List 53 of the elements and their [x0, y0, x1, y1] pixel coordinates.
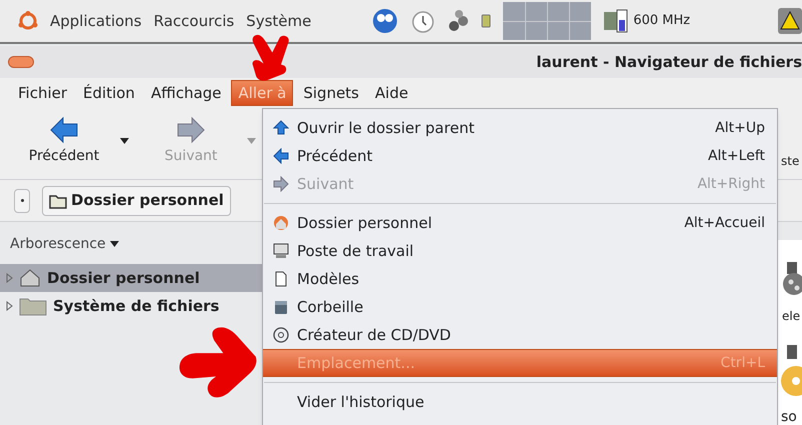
- partial-label: ele: [782, 308, 800, 325]
- cpu-frequency: 600 MHz: [633, 12, 690, 30]
- side-pane-selector[interactable]: Arborescence: [10, 234, 106, 254]
- home-icon: [273, 215, 289, 231]
- toolbar-button[interactable]: Précédent: [14, 116, 114, 167]
- left-arrow-icon: [49, 116, 79, 144]
- panel-menu[interactable]: Raccourcis: [154, 10, 234, 32]
- gears-icon[interactable]: [447, 9, 470, 33]
- partial-label: ste: [781, 153, 800, 170]
- menu-item[interactable]: Signets: [297, 80, 366, 106]
- menu-item[interactable]: Précédent Alt+Left: [263, 142, 777, 170]
- disc-icon: [273, 327, 289, 343]
- expander-icon[interactable]: [6, 301, 13, 311]
- workspace-switcher[interactable]: [503, 2, 592, 40]
- right-arrow-icon: [273, 176, 289, 192]
- creature-icon[interactable]: [371, 7, 400, 35]
- right-arrow-icon: [176, 116, 206, 144]
- menu-item[interactable]: Fichier: [12, 80, 74, 106]
- trash-icon: [273, 299, 289, 315]
- menu-item[interactable]: Corbeille: [263, 293, 777, 321]
- menu-item[interactable]: Aide: [369, 80, 414, 106]
- menu-item[interactable]: Vider l'historique: [263, 388, 777, 416]
- partial-label: so: [781, 408, 797, 425]
- menu-item[interactable]: Édition: [77, 80, 141, 106]
- ubuntu-logo-icon[interactable]: [18, 11, 38, 31]
- tree-row[interactable]: Système de fichiers: [0, 292, 262, 320]
- toggle-button[interactable]: [14, 188, 30, 212]
- menu-item[interactable]: Créateur de CD/DVD: [263, 321, 777, 349]
- caret-icon[interactable]: [110, 241, 119, 247]
- folder-icon: [19, 296, 47, 316]
- menu-item[interactable]: Ouvrir le dossier parent Alt+Up: [263, 114, 777, 142]
- panel-menu[interactable]: Applications: [50, 10, 142, 32]
- tree-row[interactable]: Dossier personnel: [0, 264, 262, 292]
- up-arrow-icon: [273, 120, 289, 136]
- window-button[interactable]: [8, 56, 34, 68]
- panel-menu[interactable]: Système: [246, 10, 312, 32]
- cpu-meter-icon: [603, 8, 630, 34]
- caret-icon[interactable]: [120, 138, 129, 144]
- battery-icon: [481, 14, 492, 28]
- document-icon: [273, 271, 289, 287]
- computer-icon: [273, 243, 289, 259]
- location-button[interactable]: Dossier personnel: [42, 186, 231, 216]
- folder-icon: [49, 192, 67, 208]
- menu-item[interactable]: Poste de travail: [263, 237, 777, 265]
- warning-icon[interactable]: [778, 8, 802, 34]
- menu-item[interactable]: Dossier personnel Alt+Accueil: [263, 209, 777, 237]
- left-arrow-icon: [273, 148, 289, 164]
- expander-icon[interactable]: [6, 273, 13, 283]
- house-icon: [19, 268, 41, 288]
- window-title: laurent - Navigateur de fichiers: [536, 52, 802, 73]
- menu-item[interactable]: Affichage: [144, 80, 228, 106]
- film-reel-icon: [782, 262, 802, 296]
- menu-item[interactable]: Modèles: [263, 265, 777, 293]
